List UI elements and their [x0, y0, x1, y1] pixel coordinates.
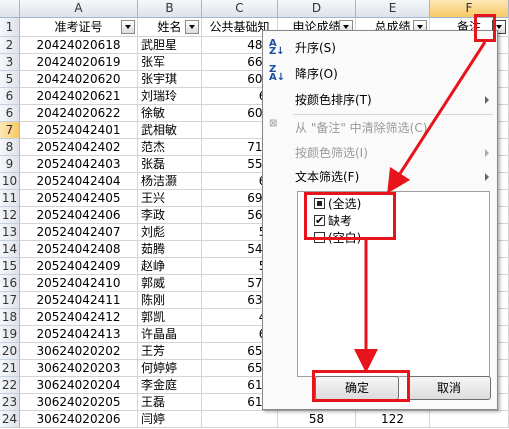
arrow-to-list [387, 41, 487, 194]
annotation-arrows [354, 41, 487, 373]
